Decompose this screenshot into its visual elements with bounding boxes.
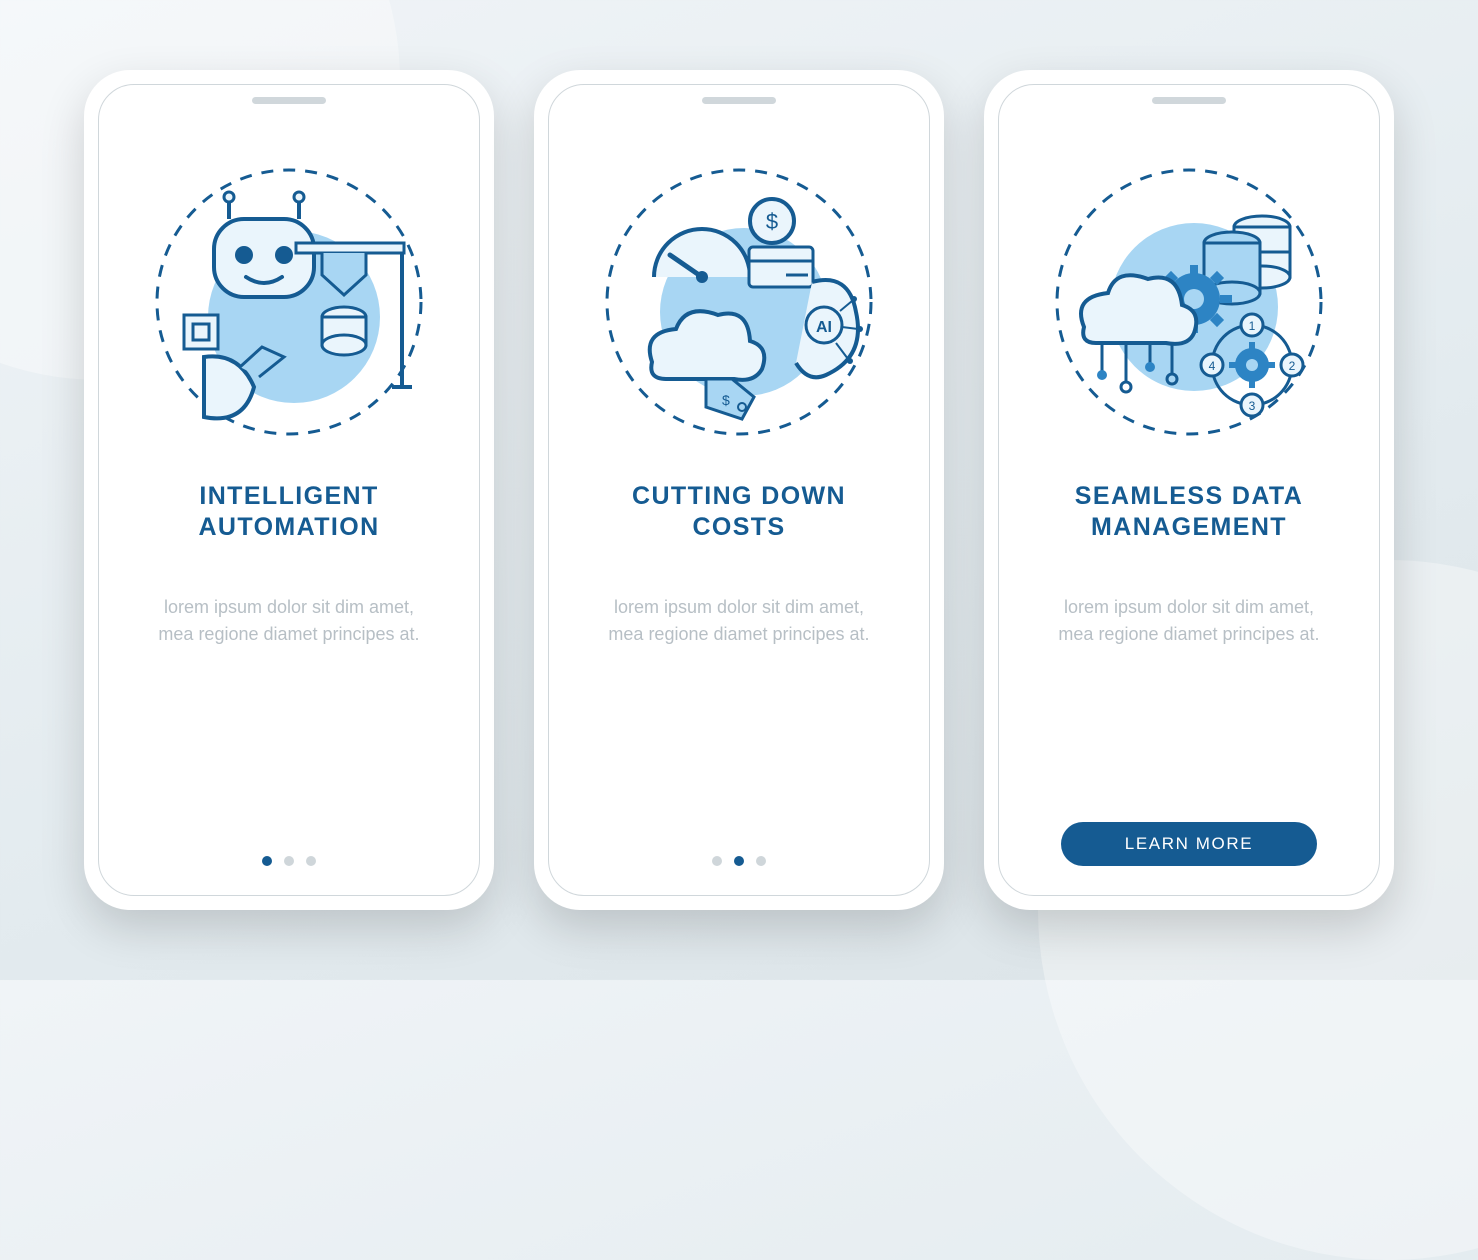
data-management-icon: 1 2 3 4 <box>1044 157 1334 447</box>
phone-notch <box>252 97 326 104</box>
onboarding-phone-1: INTELLIGENT AUTOMATION lorem ipsum dolor… <box>84 70 494 910</box>
svg-text:AI: AI <box>816 319 832 336</box>
cta-area: LEARN MORE <box>986 822 1392 866</box>
pagination <box>86 856 492 866</box>
cost-icon: $ AI $ <box>594 157 884 447</box>
page-dot-3[interactable] <box>306 856 316 866</box>
phone-notch <box>1152 97 1226 104</box>
screen-body: lorem ipsum dolor sit dim amet, mea regi… <box>1044 594 1334 648</box>
svg-text:4: 4 <box>1209 359 1216 373</box>
phone-row: INTELLIGENT AUTOMATION lorem ipsum dolor… <box>84 70 1394 910</box>
learn-more-button[interactable]: LEARN MORE <box>1061 822 1317 866</box>
screen-body: lorem ipsum dolor sit dim amet, mea regi… <box>144 594 434 648</box>
pagination <box>536 856 942 866</box>
page-dot-2[interactable] <box>284 856 294 866</box>
page-dot-3[interactable] <box>756 856 766 866</box>
phone-notch <box>702 97 776 104</box>
screen-title: INTELLIGENT AUTOMATION <box>139 481 439 544</box>
svg-text:1: 1 <box>1249 319 1256 333</box>
screen-title: SEAMLESS DATA MANAGEMENT <box>1039 481 1339 544</box>
svg-text:3: 3 <box>1249 399 1256 413</box>
screen-body: lorem ipsum dolor sit dim amet, mea regi… <box>594 594 884 648</box>
automation-icon <box>144 157 434 447</box>
svg-text:$: $ <box>766 209 778 234</box>
onboarding-phone-2: $ AI $ CUTTING DOWN COSTS lorem ipsum <box>534 70 944 910</box>
svg-text:2: 2 <box>1289 359 1296 373</box>
svg-text:$: $ <box>722 392 730 408</box>
page-dot-1[interactable] <box>262 856 272 866</box>
onboarding-phone-3: 1 2 3 4 SEAMLESS DATA MANAGEMENT lorem i… <box>984 70 1394 910</box>
page-dot-2[interactable] <box>734 856 744 866</box>
page-dot-1[interactable] <box>712 856 722 866</box>
screen-title: CUTTING DOWN COSTS <box>589 481 889 544</box>
